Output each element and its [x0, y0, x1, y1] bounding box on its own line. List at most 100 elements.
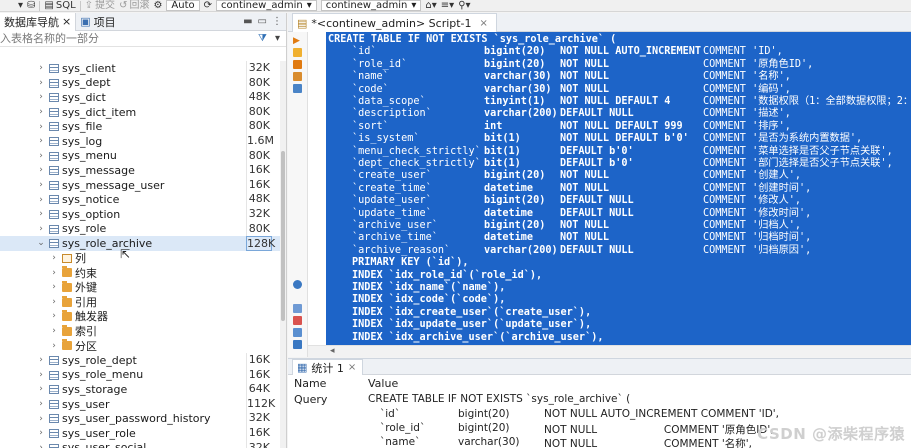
close-icon[interactable]: ×	[480, 18, 488, 29]
chevron-right-icon[interactable]: ›	[37, 384, 45, 394]
schema-select[interactable]: continew_admin ▾	[320, 0, 422, 11]
editor-side-toolbar: ▶	[288, 32, 308, 357]
chevron-right-icon[interactable]: ›	[37, 428, 45, 438]
tree-child-item[interactable]: › 分区	[0, 338, 280, 353]
tab-statistics-1[interactable]: ▦ 统计 1 ×	[292, 359, 364, 375]
chevron-right-icon[interactable]: ›	[37, 122, 45, 132]
chevron-right-icon[interactable]: ›	[37, 107, 45, 117]
tree-table-item[interactable]: › sys_message 16K	[0, 163, 280, 178]
search-icon[interactable]: ⚲▾	[458, 0, 470, 11]
tree-table-item[interactable]: › sys_message_user 16K	[0, 177, 280, 193]
commit-button[interactable]: ⇪ 提交	[85, 0, 115, 11]
tree-table-item[interactable]: › sys_user_role 16K	[0, 426, 280, 441]
chevron-right-icon[interactable]: ›	[37, 63, 45, 73]
chevron-right-icon[interactable]: ›	[37, 92, 45, 102]
tree-table-item[interactable]: › sys_role_dept 16K	[0, 353, 280, 368]
tree-table-item[interactable]: › sys_dept 80K	[0, 75, 280, 91]
chevron-right-icon[interactable]: ›	[37, 195, 45, 205]
scrollbar-thumb[interactable]	[281, 151, 285, 321]
settings-icon[interactable]	[293, 280, 302, 289]
explain-plan-icon[interactable]	[293, 60, 302, 69]
tree-table-item[interactable]: › sys_menu 80K	[0, 148, 280, 164]
db-icon[interactable]: ⛁	[27, 0, 35, 11]
maximize-icon[interactable]: ▭	[258, 16, 267, 27]
chevron-right-icon[interactable]: ›	[50, 282, 58, 292]
chevron-right-icon[interactable]: ›	[37, 165, 45, 175]
code-token: `sort`	[352, 120, 389, 132]
chevron-right-icon[interactable]: ›	[37, 224, 45, 234]
tree-table-item[interactable]: › sys_user_password_history 32K	[0, 411, 280, 426]
chevron-right-icon[interactable]: ›	[37, 370, 45, 380]
chevron-right-icon[interactable]: ›	[37, 180, 45, 190]
chevron-right-icon[interactable]: ›	[37, 414, 45, 424]
home-icon[interactable]: ⌂▾	[425, 0, 436, 11]
filter-icon[interactable]: ⧩	[258, 33, 267, 44]
tree-child-item[interactable]: › 触发器	[0, 309, 280, 324]
tab-database-navigator[interactable]: 数据库导航 ×	[0, 13, 77, 31]
chevron-right-icon[interactable]: ›	[37, 443, 45, 448]
tree-table-item[interactable]: › sys_user 112K	[0, 396, 280, 412]
chevron-right-icon[interactable]: ›	[37, 78, 45, 88]
minimize-icon[interactable]: ▬	[243, 16, 252, 27]
output-icon[interactable]	[293, 84, 302, 93]
tree-table-item[interactable]: › sys_dict 48K	[0, 90, 280, 105]
load-plan-icon[interactable]	[293, 72, 302, 81]
tree-child-item[interactable]: › 约束	[0, 265, 280, 280]
editor-horizontal-scrollbar[interactable]: ◂	[308, 345, 911, 357]
transaction-mode-select[interactable]: Auto	[166, 0, 200, 11]
transaction-icon[interactable]: ⚙	[153, 0, 162, 11]
chevron-right-icon[interactable]: ›	[50, 311, 58, 321]
tree-table-item[interactable]: › sys_user_social 32K	[0, 440, 280, 448]
tab-script-1[interactable]: ▤ *<continew_admin> Script-1 ×	[292, 13, 497, 32]
chevron-right-icon[interactable]: ›	[37, 136, 45, 146]
tree-table-item[interactable]: › sys_log 1.6M	[0, 134, 280, 149]
chevron-down-icon[interactable]: ⌄	[37, 238, 45, 248]
export-icon[interactable]	[293, 316, 302, 325]
sql-editor[interactable]: CREATE TABLE IF NOT EXISTS `sys_role_arc…	[308, 32, 911, 345]
format-icon[interactable]	[293, 304, 302, 313]
tree-child-item[interactable]: › 引用	[0, 295, 280, 310]
tree-table-item[interactable]: › sys_client 32K	[0, 61, 280, 76]
sql-button[interactable]: ▤ SQL	[44, 0, 75, 11]
tree-table-item[interactable]: › sys_role 80K	[0, 221, 280, 237]
tree-table-item[interactable]: › sys_role_menu 16K	[0, 367, 280, 383]
layers-icon[interactable]: ≡▾	[441, 0, 454, 11]
tree-child-item[interactable]: › 外键	[0, 280, 280, 295]
scroll-left-icon[interactable]: ◂	[330, 346, 335, 356]
chevron-right-icon[interactable]: ›	[37, 399, 45, 409]
tree-child-item[interactable]: › 列	[0, 251, 280, 266]
chevron-right-icon[interactable]: ›	[37, 209, 45, 219]
table-filter-input[interactable]	[0, 31, 240, 46]
column-header-value[interactable]: Value	[368, 377, 398, 390]
tab-project[interactable]: ▣ 项目	[76, 13, 119, 31]
tree-table-item[interactable]: › sys_notice 48K	[0, 192, 280, 207]
tree-table-item[interactable]: › sys_storage 64K	[0, 382, 280, 397]
run-icon[interactable]: ▾	[18, 0, 23, 11]
chevron-right-icon[interactable]: ›	[50, 253, 58, 263]
refresh-icon[interactable]: ⟳	[204, 0, 212, 11]
navigator-scrollbar[interactable]	[280, 61, 286, 448]
tree-child-item[interactable]: › 索引	[0, 324, 280, 339]
column-header-name[interactable]: Name	[294, 377, 326, 390]
panel-icon[interactable]	[293, 328, 302, 337]
close-icon[interactable]: ×	[62, 15, 71, 28]
history-icon[interactable]	[293, 340, 302, 349]
close-icon[interactable]: ×	[348, 362, 356, 373]
chevron-right-icon[interactable]: ›	[50, 297, 58, 307]
chevron-right-icon[interactable]: ›	[50, 268, 58, 278]
tree-table-item[interactable]: › sys_dict_item 80K	[0, 104, 280, 120]
chevron-down-icon[interactable]: ▾	[275, 33, 280, 44]
chevron-right-icon[interactable]: ›	[37, 151, 45, 161]
chevron-right-icon[interactable]: ›	[50, 341, 58, 351]
execute-statement-icon[interactable]: ▶	[293, 36, 302, 46]
connection-select[interactable]: continew_admin ▾	[216, 0, 317, 11]
execute-script-icon[interactable]	[293, 48, 302, 57]
view-menu-icon[interactable]: ⋮	[272, 16, 282, 27]
tree-table-item[interactable]: › sys_option 32K	[0, 207, 280, 222]
chevron-right-icon[interactable]: ›	[50, 326, 58, 336]
tree-table-item[interactable]: › sys_file 80K	[0, 119, 280, 134]
table-size: 16K	[246, 353, 272, 368]
tree-table-item[interactable]: ⌄ sys_role_archive 128K	[0, 236, 280, 251]
rollback-button[interactable]: ↺ 回滚	[119, 0, 149, 11]
chevron-right-icon[interactable]: ›	[37, 355, 45, 365]
